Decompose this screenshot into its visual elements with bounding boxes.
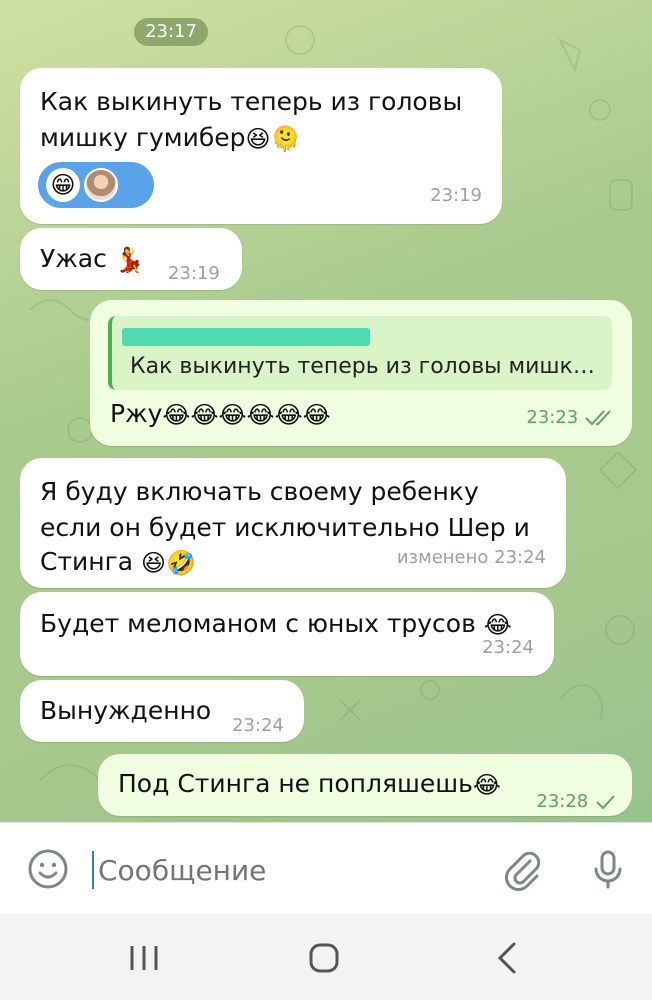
message-input[interactable] bbox=[92, 853, 478, 887]
message-input-bar bbox=[0, 822, 652, 915]
emoji-melting-face: 🫠 bbox=[270, 125, 301, 153]
date-chip: 23:17 bbox=[134, 18, 208, 46]
message-bubble-incoming[interactable]: Вынужденно 23:24 bbox=[20, 680, 304, 742]
message-text: Будет меломаном с юных трусов 😂 bbox=[40, 609, 512, 639]
message-bubble-incoming[interactable]: Будет меломаном с юных трусов 😂 23:24 bbox=[20, 592, 554, 676]
back-icon[interactable] bbox=[488, 938, 528, 978]
message-bubble-outgoing[interactable]: Под Стинга не попляшешь😂 23:28 bbox=[98, 754, 632, 816]
emoji-joy: 😂 bbox=[246, 401, 275, 429]
message-time: 23:19 bbox=[430, 185, 482, 206]
emoji-smile-icon[interactable] bbox=[26, 847, 70, 891]
microphone-icon[interactable] bbox=[586, 847, 630, 891]
message-time: 23:24 bbox=[232, 715, 284, 736]
message-bubble-incoming[interactable]: Я буду включать своему ребенку если он б… bbox=[20, 458, 566, 588]
message-time: 23:24 bbox=[482, 637, 534, 658]
emoji-dancer: 💃 bbox=[114, 246, 145, 274]
message-bubble-outgoing[interactable]: Как выкинуть теперь из головы мишк… Ржу😂… bbox=[90, 300, 632, 446]
system-navigation-bar bbox=[0, 914, 652, 1000]
paperclip-icon[interactable] bbox=[500, 847, 544, 891]
double-check-icon bbox=[585, 410, 611, 426]
message-text: Вынужденно bbox=[40, 696, 212, 725]
chat-area[interactable]: 23:17 Как выкинуть теперь из головы мишк… bbox=[0, 0, 652, 822]
reply-text: Как выкинуть теперь из головы мишк… bbox=[130, 354, 595, 379]
message-text: Ужас 💃 bbox=[40, 244, 145, 274]
reaction-emoji: 😁 bbox=[46, 168, 80, 202]
message-text-line: Стинга 😆🤣 bbox=[40, 547, 196, 577]
home-icon[interactable] bbox=[304, 938, 344, 978]
message-bubble-incoming[interactable]: Как выкинуть теперь из головы мишку гуми… bbox=[20, 68, 502, 224]
emoji-joy: 😂 bbox=[190, 401, 219, 429]
emoji-grinning-squint: 😆 bbox=[245, 125, 271, 153]
reaction-chip[interactable]: 😁 bbox=[38, 162, 154, 208]
message-time: 23:23 bbox=[526, 400, 614, 436]
emoji-joy: 😂 bbox=[472, 771, 501, 799]
emoji-rofl: 🤣 bbox=[166, 549, 196, 577]
emoji-joy: 😂 bbox=[218, 401, 247, 429]
reply-author-redacted bbox=[122, 328, 370, 346]
message-bubble-incoming[interactable]: Ужас 💃 23:19 bbox=[20, 228, 242, 290]
emoji-grinning-squint: 😆 bbox=[141, 549, 167, 577]
message-text-line: мишку гумибер😆🫠 bbox=[40, 123, 301, 153]
emoji-joy: 😂 bbox=[274, 401, 303, 429]
message-text-line: Как выкинуть теперь из головы bbox=[40, 87, 463, 116]
reply-preview[interactable]: Как выкинуть теперь из головы мишк… bbox=[108, 316, 612, 390]
message-time: 23:28 bbox=[536, 784, 616, 820]
emoji-joy: 😂 bbox=[162, 401, 191, 429]
single-check-icon bbox=[596, 795, 615, 810]
emoji-joy: 😂 bbox=[302, 401, 331, 429]
recent-apps-icon[interactable] bbox=[124, 938, 164, 978]
message-text-line: Я буду включать своему ребенку bbox=[40, 477, 479, 506]
message-time: изменено 23:24 bbox=[396, 547, 546, 568]
message-text: Ржу😂😂😂😂😂😂 bbox=[110, 399, 331, 429]
message-text: Под Стинга не попляшешь😂 bbox=[118, 769, 501, 799]
reaction-avatar bbox=[84, 168, 118, 202]
message-time: 23:19 bbox=[168, 263, 220, 284]
